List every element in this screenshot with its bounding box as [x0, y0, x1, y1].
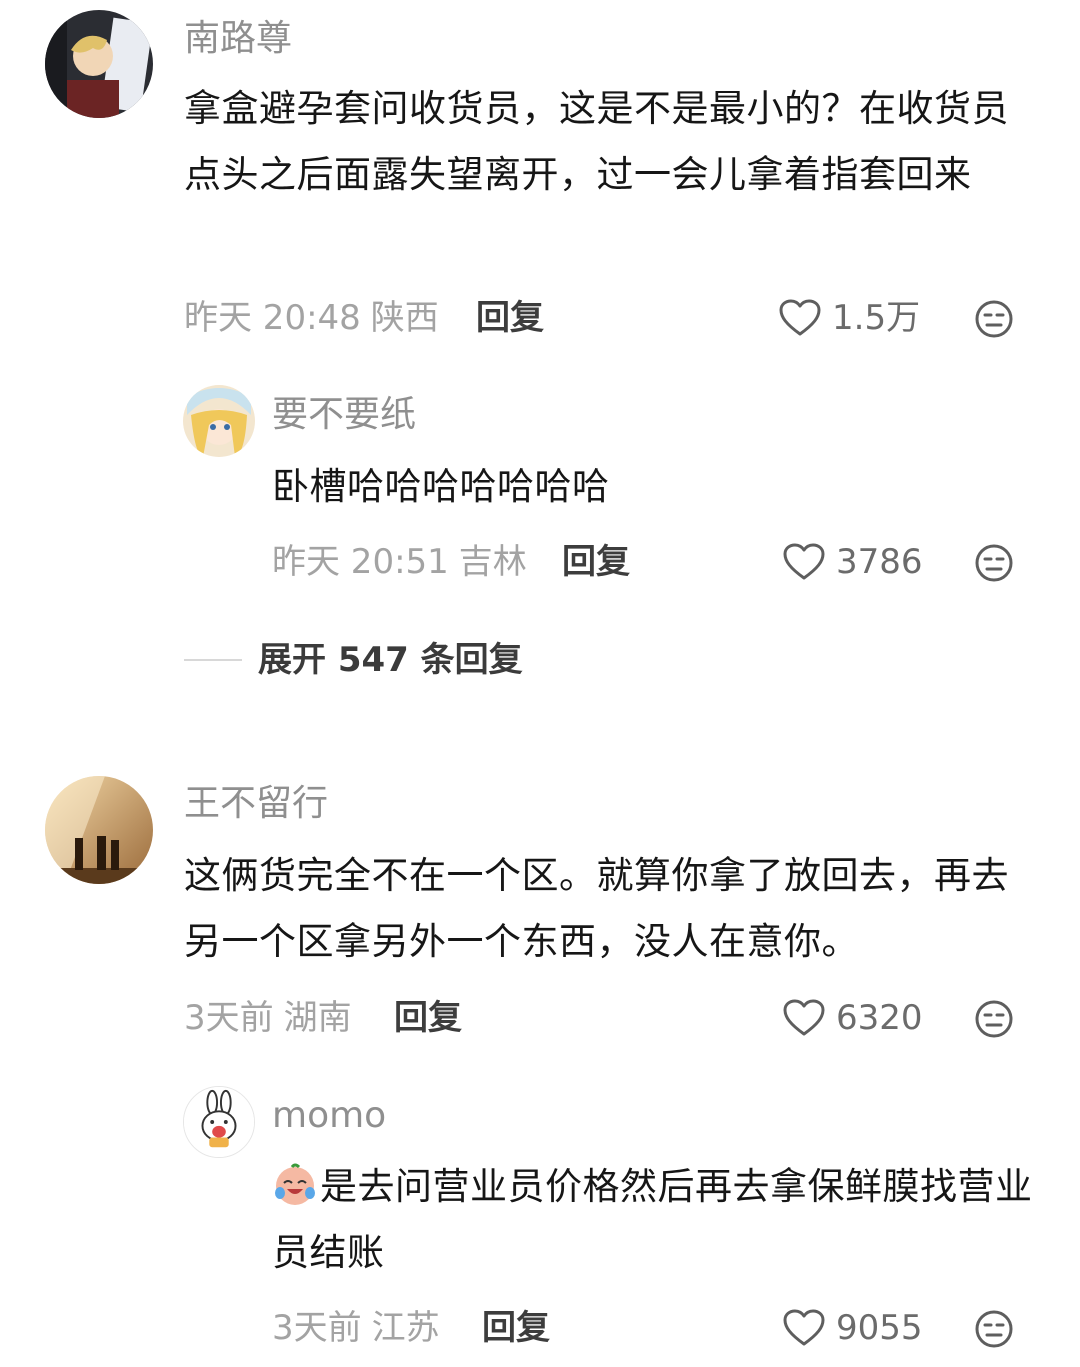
reply-meta: 昨天 20:51 吉林: [272, 540, 537, 584]
reply-username[interactable]: 要不要纸: [272, 393, 416, 437]
reply-time: 3天前: [272, 1308, 362, 1348]
reply-time: 昨天 20:51: [272, 542, 449, 582]
comment-time: 昨天 20:48: [184, 298, 361, 338]
reply-avatar[interactable]: [183, 385, 255, 457]
avatar[interactable]: [45, 10, 153, 118]
meh-face-icon: [975, 1000, 1013, 1038]
comment-location: 陕西: [370, 298, 439, 338]
dislike-button[interactable]: [974, 543, 1014, 583]
comment-time: 3天前: [184, 998, 274, 1038]
username[interactable]: 王不留行: [184, 782, 328, 826]
avatar[interactable]: [45, 776, 153, 884]
meh-face-icon: [975, 1310, 1013, 1348]
crying-laughing-emoji-icon: [275, 1163, 315, 1205]
meh-face-icon: [975, 300, 1013, 338]
reply-button[interactable]: 回复: [482, 1306, 550, 1350]
comment-text: 这俩货完全不在一个区。就算你拿了放回去，再去另一个区拿另外一个东西，没人在意你。: [184, 854, 1009, 963]
heart-outline-icon: [783, 999, 825, 1036]
comment-text: 拿盒避孕套问收货员，这是不是最小的？在收货员点头之后面露失望离开，过一会儿拿着指…: [184, 87, 1009, 196]
reply-location: 吉林: [458, 542, 527, 582]
meh-face-icon: [975, 544, 1013, 582]
reply-button[interactable]: 回复: [394, 996, 462, 1040]
dislike-button[interactable]: [974, 999, 1014, 1039]
like-button[interactable]: 3786: [782, 540, 923, 584]
heart-outline-icon: [783, 1309, 825, 1346]
heart-outline-icon: [783, 543, 825, 580]
like-count: 6320: [836, 998, 923, 1038]
reply-username[interactable]: momo: [272, 1094, 386, 1138]
username[interactable]: 南路尊: [184, 17, 292, 61]
comment-meta: 3天前 湖南: [184, 996, 362, 1040]
like-count: 9055: [836, 1308, 923, 1348]
dislike-button[interactable]: [974, 1309, 1014, 1349]
comment-meta: 昨天 20:48 陕西: [184, 296, 449, 340]
reply-location: 江苏: [371, 1308, 440, 1348]
comment-location: 湖南: [283, 998, 352, 1038]
reply-text-content: 是去问营业员价格然后再去拿保鲜膜找营业员结账: [272, 1165, 1033, 1274]
divider: [184, 659, 242, 661]
like-button[interactable]: 6320: [782, 996, 923, 1040]
reply-avatar[interactable]: [183, 1086, 255, 1158]
dislike-button[interactable]: [974, 299, 1014, 339]
reply-text: 是去问营业员价格然后再去拿保鲜膜找营业员结账: [272, 1154, 1042, 1286]
reply-button[interactable]: 回复: [562, 540, 630, 584]
expand-replies-label: 展开 547 条回复: [258, 640, 523, 680]
heart-outline-icon: [779, 299, 821, 336]
expand-replies-button[interactable]: 展开 547 条回复: [184, 638, 523, 682]
reply-button[interactable]: 回复: [476, 296, 544, 340]
like-count: 1.5万: [832, 298, 921, 338]
like-button[interactable]: 1.5万: [778, 296, 920, 340]
like-count: 3786: [836, 542, 923, 582]
reply-meta: 3天前 江苏: [272, 1306, 450, 1350]
like-button[interactable]: 9055: [782, 1306, 923, 1350]
reply-text: 卧槽哈哈哈哈哈哈哈: [272, 465, 610, 508]
